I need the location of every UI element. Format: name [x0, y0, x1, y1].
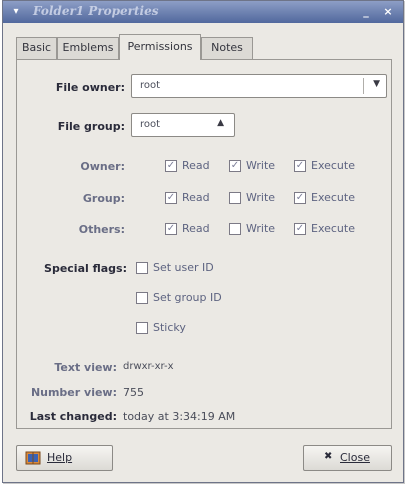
dropdown-arrow-icon: ▼: [373, 79, 380, 89]
checkbox-unchecked-icon: [136, 262, 148, 274]
checkbox-unchecked-icon: [136, 292, 148, 304]
group-write-label: Write: [246, 191, 276, 204]
checkbox-checked-icon: ✓: [165, 160, 177, 172]
window-menu-icon[interactable]: ▾: [9, 5, 23, 19]
tab-basic[interactable]: Basic: [16, 37, 57, 59]
sticky-label: Sticky: [153, 321, 186, 334]
owner-write-label: Write: [246, 159, 276, 172]
close-label: Close: [340, 451, 370, 464]
checkbox-checked-icon: ✓: [294, 160, 306, 172]
checkbox-checked-icon: ✓: [294, 192, 306, 204]
close-icon: ✖: [324, 451, 333, 462]
help-button[interactable]: Help: [16, 445, 113, 471]
minimize-button[interactable]: _: [359, 5, 373, 19]
tab-emblems[interactable]: Emblems: [57, 37, 119, 59]
special-flags-label: Special flags:: [44, 262, 127, 275]
set-group-id-label: Set group ID: [153, 291, 222, 304]
file-group-combo[interactable]: root ▲: [131, 113, 235, 137]
combo-separator: [363, 78, 364, 94]
help-label: Help: [47, 451, 73, 464]
set-user-id-label: Set user ID: [153, 261, 214, 274]
properties-window: ▾ Folder1 Properties _ × Basic Emblems P…: [2, 0, 404, 483]
help-book-icon: [25, 451, 41, 465]
text-view-label: Text view:: [54, 361, 117, 374]
last-changed-value: today at 3:34:19 AM: [123, 410, 236, 423]
owner-execute-label: Execute: [311, 159, 355, 172]
file-group-label: File group:: [57, 120, 125, 133]
checkbox-checked-icon: ✓: [165, 192, 177, 204]
others-read-label: Read: [182, 222, 210, 235]
file-owner-label: File owner:: [55, 81, 125, 94]
owner-read-label: Read: [182, 159, 210, 172]
checkbox-unchecked-icon: [229, 192, 241, 204]
file-owner-combo[interactable]: root ▼: [131, 74, 387, 98]
close-button[interactable]: ✖ Close: [303, 445, 392, 471]
last-changed-label: Last changed:: [29, 410, 117, 423]
checkbox-checked-icon: ✓: [165, 223, 177, 235]
text-view-value: drwxr-xr-x: [123, 361, 174, 372]
file-owner-value: root: [140, 80, 161, 91]
checkbox-unchecked-icon: [229, 223, 241, 235]
tab-notes[interactable]: Notes: [201, 37, 253, 59]
others-label: Others:: [78, 223, 125, 236]
checkbox-checked-icon: ✓: [294, 223, 306, 235]
group-execute-label: Execute: [311, 191, 355, 204]
number-view-label: Number view:: [30, 386, 117, 399]
others-write-label: Write: [246, 222, 276, 235]
checkbox-unchecked-icon: [136, 322, 148, 334]
group-label: Group:: [82, 192, 125, 205]
file-group-value: root: [140, 119, 161, 130]
close-window-button[interactable]: ×: [381, 5, 395, 19]
number-view-value: 755: [123, 386, 144, 399]
group-read-label: Read: [182, 191, 210, 204]
others-execute-label: Execute: [311, 222, 355, 235]
window-title: Folder1 Properties: [33, 4, 159, 18]
owner-label: Owner:: [80, 160, 125, 173]
spin-arrow-icon: ▲: [217, 118, 224, 128]
checkbox-checked-icon: ✓: [229, 160, 241, 172]
title-bar[interactable]: ▾ Folder1 Properties _ ×: [3, 1, 403, 23]
permissions-panel: File owner: root ▼ File group: root ▲ Ow…: [16, 59, 392, 429]
tab-permissions[interactable]: Permissions: [119, 34, 201, 60]
